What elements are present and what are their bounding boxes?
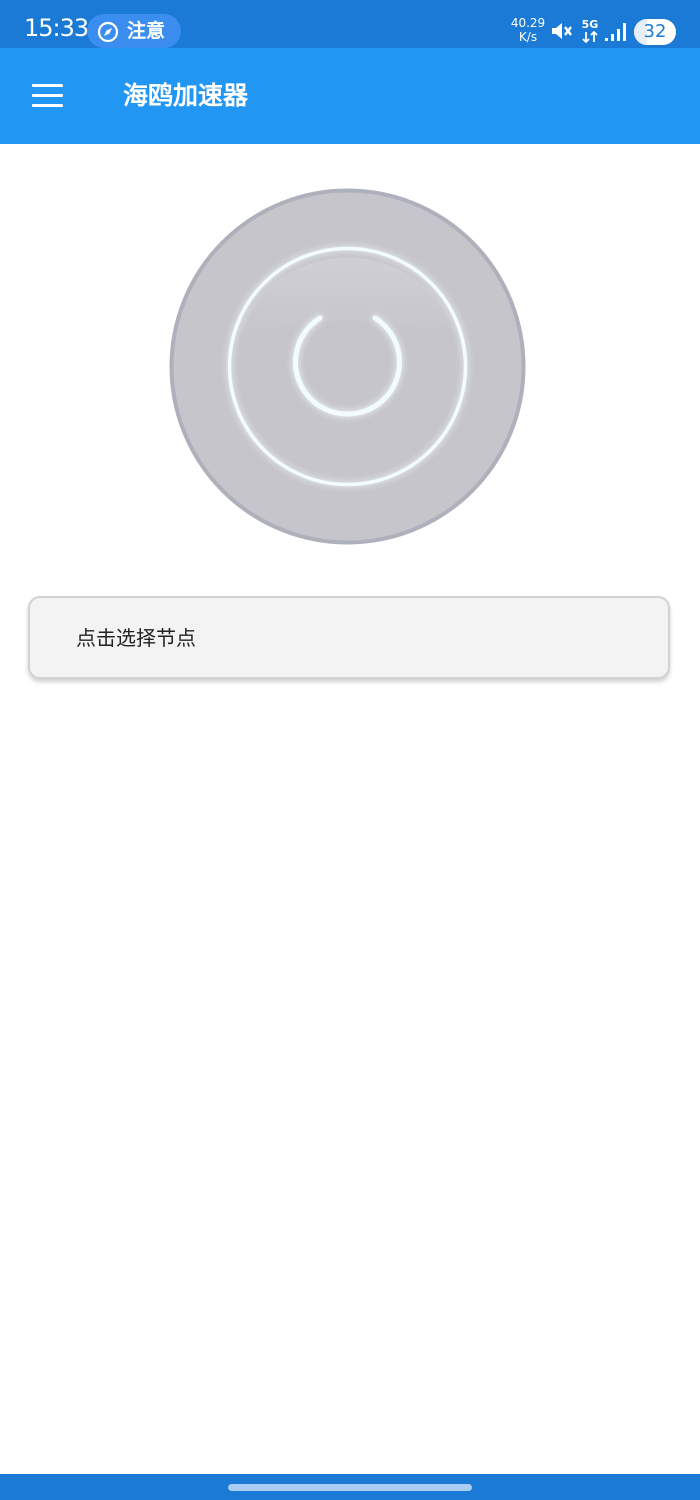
status-time: 15:33 — [24, 14, 89, 42]
net-speed-unit: K/s — [518, 30, 538, 44]
data-arrows-icon — [582, 30, 598, 44]
notice-pill[interactable]: 注意 — [87, 14, 181, 48]
net-speed: 40.29 K/s — [508, 16, 548, 44]
node-selector-button[interactable]: 点击选择节点 — [28, 596, 670, 679]
node-selector-label: 点击选择节点 — [76, 626, 196, 650]
signal-icon — [605, 23, 626, 41]
app-bar: 海鸥加速器 — [0, 48, 700, 144]
notice-label: 注意 — [127, 20, 166, 42]
power-icon — [169, 188, 526, 545]
net-speed-value: 40.29 — [510, 16, 546, 30]
power-button[interactable] — [168, 187, 527, 546]
home-indicator[interactable] — [228, 1484, 472, 1491]
app-title: 海鸥加速器 — [123, 81, 249, 110]
network-type: 5G — [580, 19, 600, 46]
battery-percentage: 32 — [643, 21, 667, 42]
compass-icon — [97, 21, 119, 43]
status-bar: 15:33 注意 40.29 K/s 5G 32 — [0, 0, 700, 48]
navigation-bar — [0, 1474, 700, 1500]
hamburger-menu-icon[interactable] — [24, 72, 72, 120]
battery-icon: 32 — [634, 19, 676, 45]
mute-icon — [552, 23, 572, 39]
